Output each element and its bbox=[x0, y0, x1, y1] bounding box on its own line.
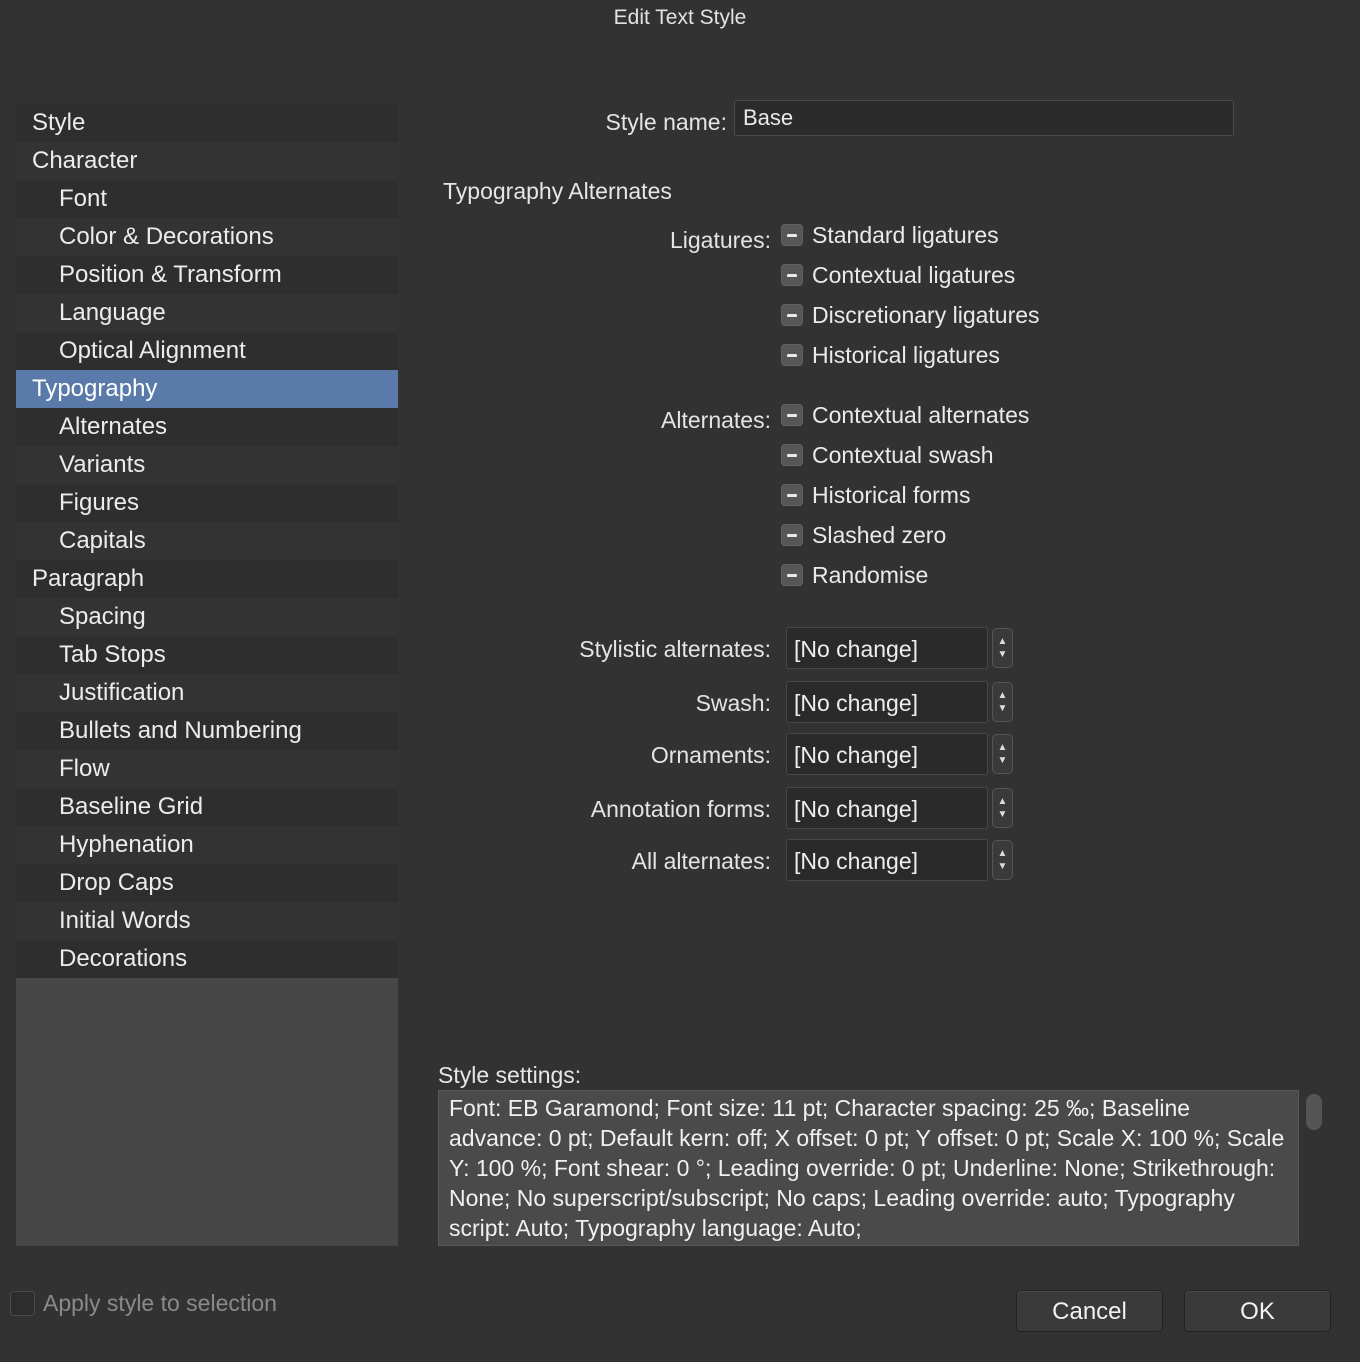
contextual-swash-row[interactable]: Contextual swash bbox=[781, 440, 994, 470]
window-title: Edit Text Style bbox=[613, 6, 747, 29]
standard-ligatures-checkbox[interactable] bbox=[781, 224, 803, 246]
sidebar-item-decorations[interactable]: Decorations bbox=[16, 940, 398, 978]
sidebar-item-typography[interactable]: Typography bbox=[16, 370, 398, 408]
randomise-row[interactable]: Randomise bbox=[781, 560, 928, 590]
sidebar-item-color-decorations[interactable]: Color & Decorations bbox=[16, 218, 398, 256]
sidebar-item-tab-stops[interactable]: Tab Stops bbox=[16, 636, 398, 674]
discretionary-ligatures-checkbox[interactable] bbox=[781, 304, 803, 326]
annotation-forms-label: Annotation forms: bbox=[590, 796, 771, 822]
annotation-forms-stepper[interactable]: ▲ ▼ bbox=[992, 788, 1013, 828]
historical-forms-label: Historical forms bbox=[812, 481, 971, 508]
annotation-forms-select[interactable]: [No change] bbox=[786, 787, 988, 829]
stylistic-alternates-stepper[interactable]: ▲ ▼ bbox=[992, 628, 1013, 668]
contextual-ligatures-label: Contextual ligatures bbox=[812, 261, 1016, 288]
sidebar-item-spacing[interactable]: Spacing bbox=[16, 598, 398, 636]
sidebar-item-baseline-grid[interactable]: Baseline Grid bbox=[16, 788, 398, 826]
discretionary-ligatures-label: Discretionary ligatures bbox=[812, 301, 1040, 328]
contextual-ligatures-row[interactable]: Contextual ligatures bbox=[781, 260, 1015, 290]
slashed-zero-row[interactable]: Slashed zero bbox=[781, 520, 946, 550]
discretionary-ligatures-row[interactable]: Discretionary ligatures bbox=[781, 300, 1040, 330]
contextual-ligatures-checkbox[interactable] bbox=[781, 264, 803, 286]
sidebar: Style Character Font Color & Decorations… bbox=[16, 104, 398, 1246]
sidebar-item-paragraph[interactable]: Paragraph bbox=[16, 560, 398, 598]
slashed-zero-label: Slashed zero bbox=[812, 521, 947, 548]
ligatures-label: Ligatures: bbox=[669, 227, 771, 253]
sidebar-item-hyphenation[interactable]: Hyphenation bbox=[16, 826, 398, 864]
sidebar-item-capitals[interactable]: Capitals bbox=[16, 522, 398, 560]
sidebar-item-position-transform[interactable]: Position & Transform bbox=[16, 256, 398, 294]
swash-label: Swash: bbox=[695, 690, 771, 716]
style-name-input[interactable]: Base bbox=[734, 100, 1234, 136]
sidebar-item-variants[interactable]: Variants bbox=[16, 446, 398, 484]
style-name-label: Style name: bbox=[605, 109, 727, 135]
ornaments-stepper[interactable]: ▲ ▼ bbox=[992, 734, 1013, 774]
standard-ligatures-label: Standard ligatures bbox=[812, 221, 999, 248]
ornaments-label: Ornaments: bbox=[650, 742, 771, 768]
apply-style-checkbox[interactable] bbox=[10, 1291, 35, 1316]
style-settings-label: Style settings: bbox=[438, 1062, 582, 1088]
sidebar-item-optical-alignment[interactable]: Optical Alignment bbox=[16, 332, 398, 370]
apply-style-row[interactable]: Apply style to selection bbox=[10, 1290, 277, 1317]
sidebar-item-alternates[interactable]: Alternates bbox=[16, 408, 398, 446]
sidebar-item-initial-words[interactable]: Initial Words bbox=[16, 902, 398, 940]
contextual-alternates-checkbox[interactable] bbox=[781, 404, 803, 426]
stylistic-alternates-select[interactable]: [No change] bbox=[786, 627, 988, 669]
alternates-label: Alternates: bbox=[661, 407, 771, 433]
all-alternates-stepper[interactable]: ▲ ▼ bbox=[992, 840, 1013, 880]
sidebar-item-style[interactable]: Style bbox=[16, 104, 398, 142]
historical-ligatures-row[interactable]: Historical ligatures bbox=[781, 340, 1000, 370]
contextual-swash-label: Contextual swash bbox=[812, 441, 994, 468]
swash-stepper[interactable]: ▲ ▼ bbox=[992, 682, 1013, 722]
sidebar-item-drop-caps[interactable]: Drop Caps bbox=[16, 864, 398, 902]
sidebar-item-justification[interactable]: Justification bbox=[16, 674, 398, 712]
standard-ligatures-row[interactable]: Standard ligatures bbox=[781, 220, 999, 250]
sidebar-item-font[interactable]: Font bbox=[16, 180, 398, 218]
all-alternates-label: All alternates: bbox=[631, 848, 771, 874]
style-settings-text[interactable]: Font: EB Garamond; Font size: 11 pt; Cha… bbox=[438, 1090, 1299, 1246]
historical-forms-row[interactable]: Historical forms bbox=[781, 480, 970, 510]
randomise-label: Randomise bbox=[812, 561, 929, 588]
cancel-button[interactable]: Cancel bbox=[1016, 1290, 1163, 1332]
ornaments-select[interactable]: [No change] bbox=[786, 733, 988, 775]
contextual-alternates-row[interactable]: Contextual alternates bbox=[781, 400, 1029, 430]
stylistic-alternates-label: Stylistic alternates: bbox=[579, 636, 771, 662]
contextual-alternates-label: Contextual alternates bbox=[812, 401, 1030, 428]
all-alternates-select[interactable]: [No change] bbox=[786, 839, 988, 881]
sidebar-item-flow[interactable]: Flow bbox=[16, 750, 398, 788]
sidebar-item-language[interactable]: Language bbox=[16, 294, 398, 332]
section-title: Typography Alternates bbox=[443, 178, 672, 204]
style-settings-scrollbar[interactable] bbox=[1306, 1094, 1322, 1130]
contextual-swash-checkbox[interactable] bbox=[781, 444, 803, 466]
randomise-checkbox[interactable] bbox=[781, 564, 803, 586]
historical-forms-checkbox[interactable] bbox=[781, 484, 803, 506]
sidebar-item-bullets-numbering[interactable]: Bullets and Numbering bbox=[16, 712, 398, 750]
historical-ligatures-checkbox[interactable] bbox=[781, 344, 803, 366]
apply-style-label: Apply style to selection bbox=[43, 1290, 277, 1316]
sidebar-item-character[interactable]: Character bbox=[16, 142, 398, 180]
swash-select[interactable]: [No change] bbox=[786, 681, 988, 723]
slashed-zero-checkbox[interactable] bbox=[781, 524, 803, 546]
sidebar-item-figures[interactable]: Figures bbox=[16, 484, 398, 522]
historical-ligatures-label: Historical ligatures bbox=[812, 341, 1000, 368]
ok-button[interactable]: OK bbox=[1184, 1290, 1331, 1332]
